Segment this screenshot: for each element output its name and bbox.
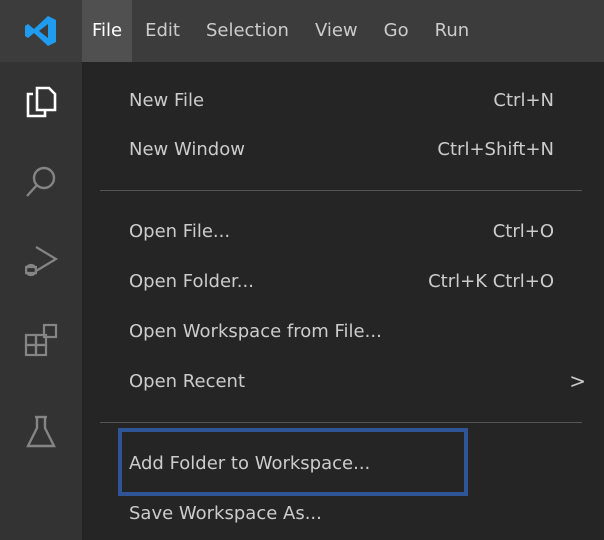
menu-separator xyxy=(100,422,582,423)
vscode-logo-icon[interactable] xyxy=(0,0,82,62)
menu-item-shortcut: Ctrl+N xyxy=(493,89,554,111)
menu-bar: File Edit Selection View Go Run xyxy=(82,0,482,62)
menu-item-open-workspace-from-file[interactable]: Open Workspace from File... xyxy=(82,308,604,354)
menu-view[interactable]: View xyxy=(302,0,371,62)
menu-item-open-folder[interactable]: Open Folder... Ctrl+K Ctrl+O xyxy=(82,258,604,304)
menu-run[interactable]: Run xyxy=(422,0,483,62)
menu-file[interactable]: File xyxy=(82,0,133,62)
files-icon[interactable] xyxy=(0,62,82,142)
title-bar: File Edit Selection View Go Run xyxy=(0,0,604,62)
menu-selection[interactable]: Selection xyxy=(193,0,302,62)
menu-edit[interactable]: Edit xyxy=(132,0,193,62)
menu-item-label: Save Workspace As... xyxy=(129,502,322,524)
menu-go[interactable]: Go xyxy=(371,0,422,62)
menu-item-label: Open File... xyxy=(129,220,231,242)
menu-item-shortcut: Ctrl+O xyxy=(492,220,554,242)
menu-item-shortcut: Ctrl+K Ctrl+O xyxy=(428,270,554,292)
menu-item-new-file[interactable]: New File Ctrl+N xyxy=(82,77,604,123)
extensions-icon[interactable] xyxy=(0,300,82,380)
menu-item-open-recent[interactable]: Open Recent > xyxy=(82,358,604,404)
menu-item-label: Open Folder... xyxy=(129,270,254,292)
menu-item-open-file[interactable]: Open File... Ctrl+O xyxy=(82,208,604,254)
search-icon[interactable] xyxy=(0,142,82,222)
chevron-right-icon: > xyxy=(569,369,586,393)
menu-item-label: Open Recent xyxy=(129,370,246,392)
menu-item-label: New Window xyxy=(129,138,245,160)
menu-item-save-workspace-as[interactable]: Save Workspace As... xyxy=(82,490,604,536)
menu-item-new-window[interactable]: New Window Ctrl+Shift+N xyxy=(82,126,604,172)
menu-separator xyxy=(100,190,582,191)
testing-icon[interactable] xyxy=(0,392,82,472)
menu-item-label: New File xyxy=(129,89,205,111)
highlight-annotation-box xyxy=(118,428,468,496)
activity-bar xyxy=(0,62,82,540)
run-debug-icon[interactable] xyxy=(0,220,82,300)
menu-item-shortcut: Ctrl+Shift+N xyxy=(437,138,554,160)
menu-item-label: Open Workspace from File... xyxy=(129,320,382,342)
